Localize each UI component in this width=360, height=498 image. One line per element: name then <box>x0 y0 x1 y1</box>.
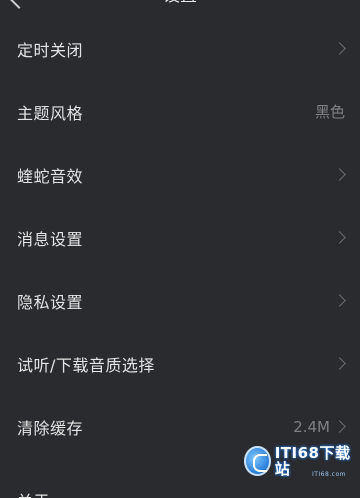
chevron-right-icon <box>333 168 346 181</box>
watermark-subtext: ITI68.com <box>311 471 346 478</box>
settings-item-label: 蝰蛇音效 <box>17 166 84 186</box>
chevron-right-icon <box>333 357 346 370</box>
settings-item-messages[interactable]: 消息设置 <box>0 206 360 269</box>
cache-size-value: 2.4M <box>293 417 330 436</box>
watermark: ITI68下载站 ITI68.com <box>244 442 356 480</box>
settings-item-audio-quality[interactable]: 试听/下载音质选择 <box>0 332 360 395</box>
page-title: 设置 <box>0 0 360 6</box>
settings-item-label: 关于 <box>17 488 50 498</box>
chevron-right-icon <box>333 42 346 55</box>
title-bar: 设置 <box>0 0 360 14</box>
settings-item-label: 隐私设置 <box>17 292 84 312</box>
settings-item-theme[interactable]: 主题风格 黑色 <box>0 80 360 143</box>
settings-item-label: 定时关闭 <box>17 40 84 60</box>
settings-item-label: 主题风格 <box>17 103 84 123</box>
settings-list: 定时关闭 主题风格 黑色 蝰蛇音效 消息设置 隐私设置 试听/下载音质选择 清除… <box>0 17 360 498</box>
settings-item-timer-off[interactable]: 定时关闭 <box>0 17 360 80</box>
chevron-right-icon <box>333 294 346 307</box>
settings-item-label: 清除缓存 <box>17 418 84 438</box>
theme-value: 黑色 <box>314 103 345 121</box>
settings-item-privacy[interactable]: 隐私设置 <box>0 269 360 332</box>
settings-item-label: 试听/下载音质选择 <box>17 355 155 375</box>
chevron-right-icon <box>333 420 346 433</box>
settings-item-label: 消息设置 <box>17 229 84 249</box>
chevron-right-icon <box>333 231 346 244</box>
settings-item-sound-effect[interactable]: 蝰蛇音效 <box>0 143 360 206</box>
watermark-logo-icon <box>244 446 271 476</box>
